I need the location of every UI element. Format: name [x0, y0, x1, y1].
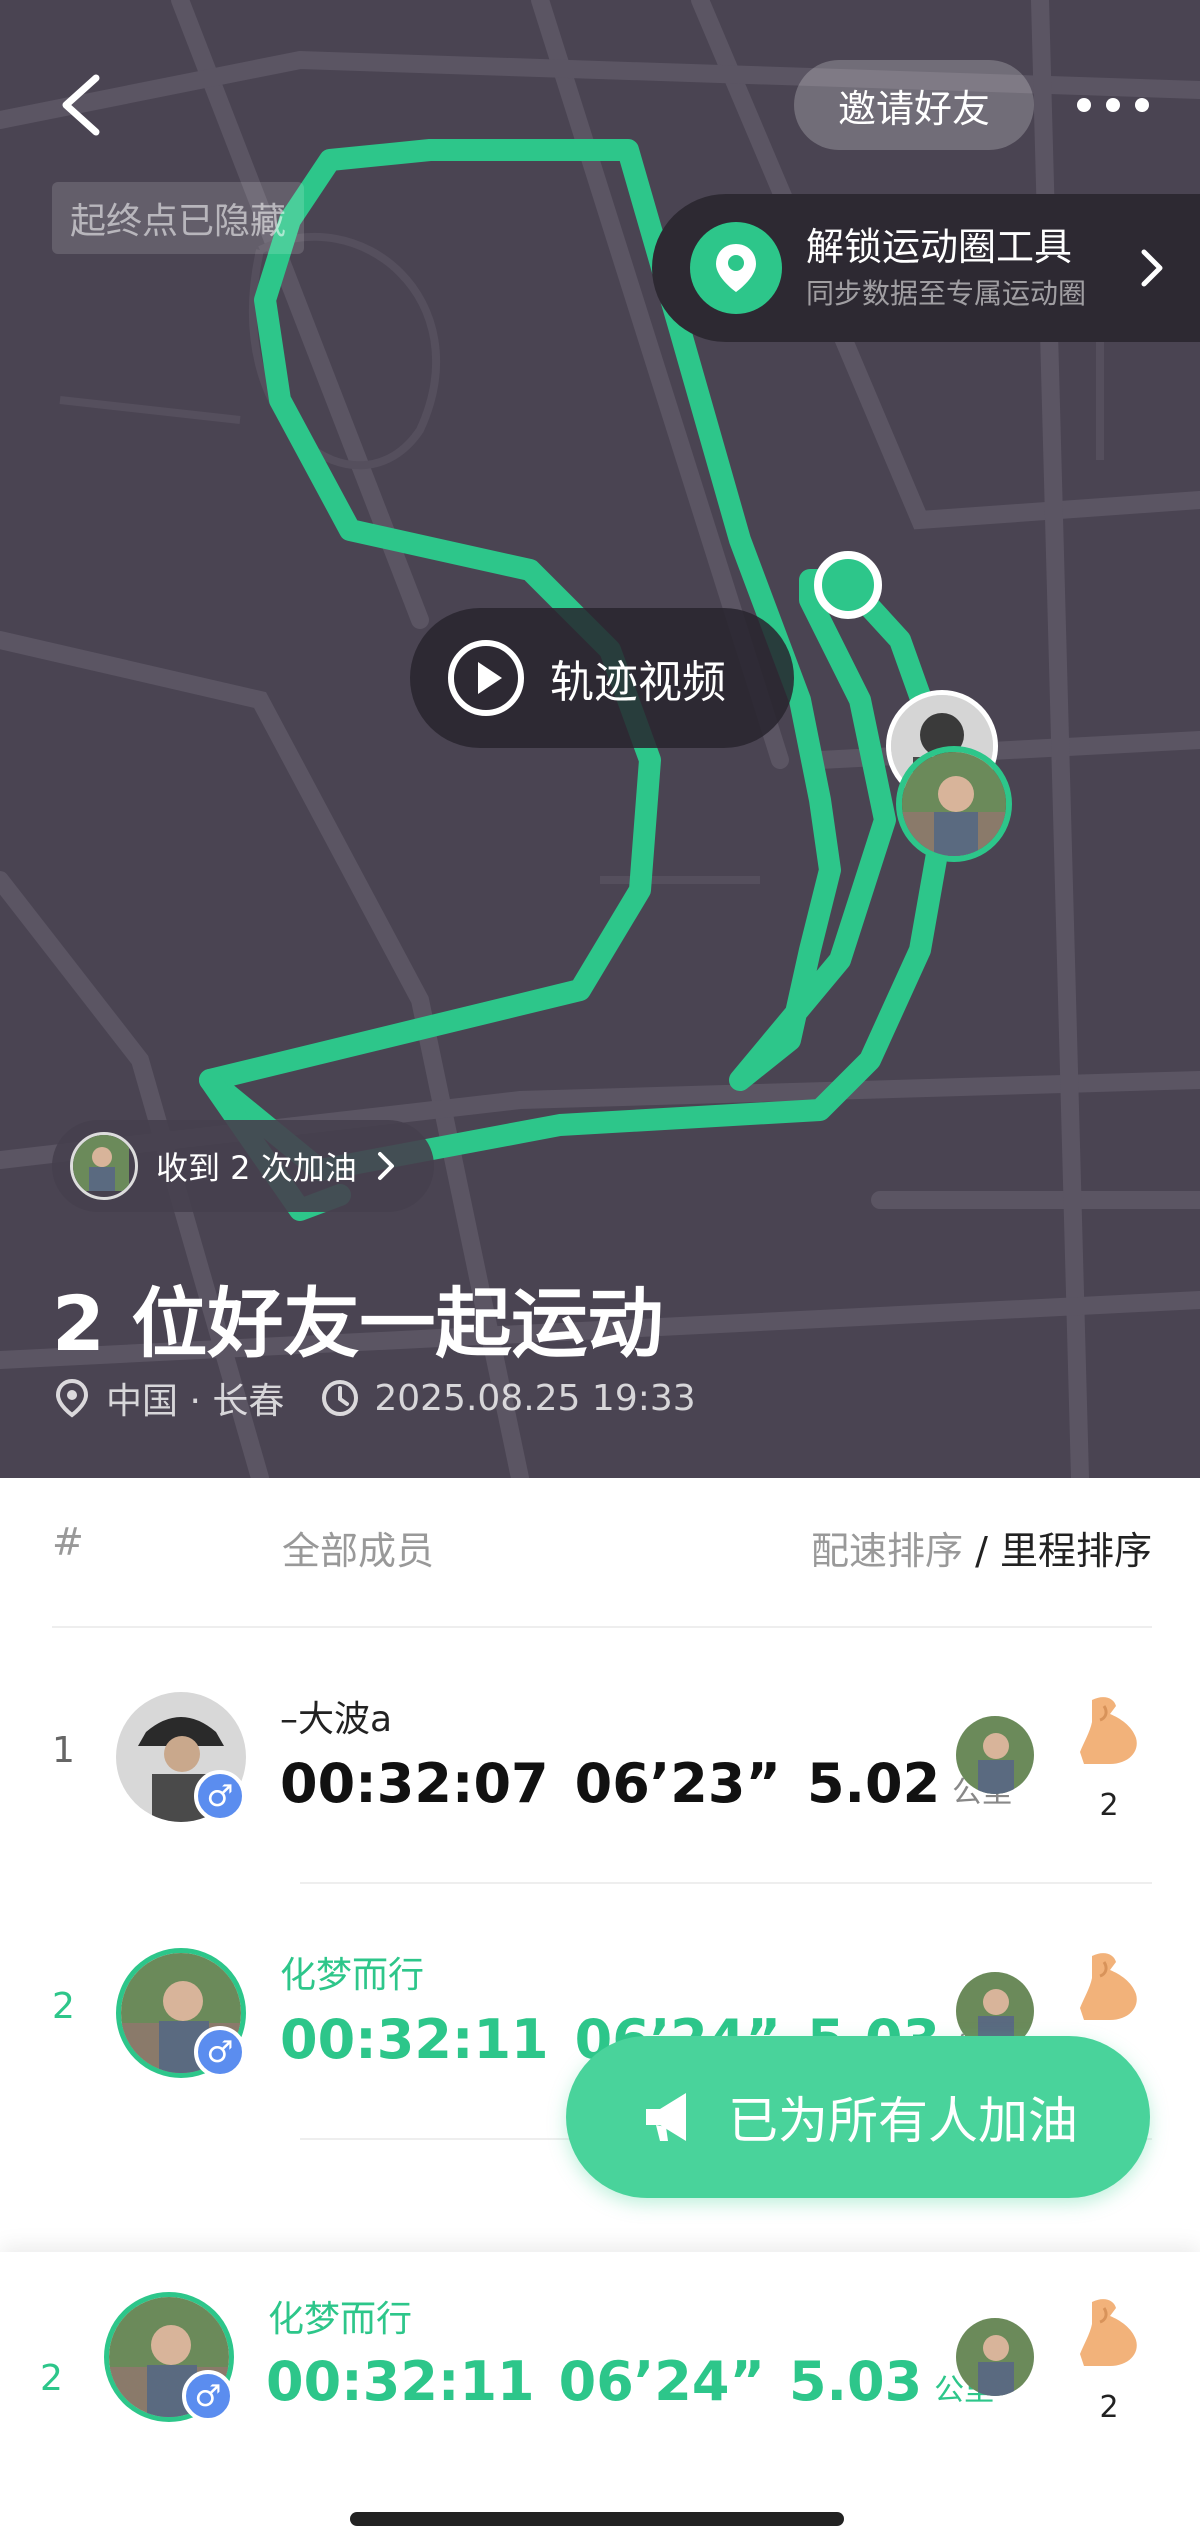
flexed-bicep-icon[interactable]: [1070, 1948, 1148, 2026]
clock-icon: [322, 1380, 359, 1416]
sort-by-distance[interactable]: 里程排序: [1000, 1529, 1152, 1573]
rank-column-header: #: [52, 1520, 84, 1564]
rank-number: 2: [52, 1986, 75, 2027]
duration-value: 00:32:07: [280, 1752, 549, 1815]
my-stats-sticky-row[interactable]: 2 ♂ 化梦而行 00:32:11 06’24” 5.03 公里 2: [0, 2252, 1200, 2548]
more-icon: [1077, 98, 1149, 112]
home-indicator[interactable]: [350, 2512, 844, 2526]
page-title: 2 位好友一起运动: [52, 1279, 664, 1368]
male-gender-icon: ♂: [194, 2026, 246, 2078]
back-button[interactable]: [52, 70, 112, 140]
cheer-count: 2: [1099, 1788, 1119, 1823]
sort-toggle[interactable]: 配速排序 / 里程排序: [811, 1520, 1152, 1575]
map-runner-avatar: [896, 746, 1012, 862]
location-text: 中国 · 长春: [106, 1381, 285, 1422]
member-name: 化梦而行: [280, 1955, 425, 1996]
sort-separator: /: [963, 1529, 1000, 1573]
received-cheers-pill[interactable]: 收到 2 次加油: [52, 1120, 434, 1212]
distance-value: 5.03: [788, 2350, 923, 2413]
chevron-left-icon: [62, 74, 100, 136]
pace-value: 06’24”: [558, 2350, 765, 2413]
cheer-count: 2: [1099, 2390, 1119, 2425]
cheerer-avatar: [956, 1716, 1034, 1794]
track-video-button[interactable]: 轨迹视频: [410, 608, 794, 748]
table-row[interactable]: 1 ♂ –大波a 00:32:07 06’23” 5.02 公里 2: [0, 1660, 1200, 1860]
play-icon: [448, 640, 524, 716]
invite-friends-button[interactable]: 邀请好友: [794, 60, 1034, 150]
start-end-hidden-badge: 起终点已隐藏: [52, 182, 305, 254]
chevron-right-icon: [377, 1152, 394, 1180]
member-stats: 00:32:07 06’23” 5.02 公里: [280, 1752, 1038, 1815]
more-options-button[interactable]: [1070, 80, 1156, 130]
sort-by-pace[interactable]: 配速排序: [811, 1529, 963, 1573]
route-map[interactable]: 邀请好友 起终点已隐藏 解锁运动圈工具 同步数据至专属运动圈 轨迹视频 收到 2…: [0, 0, 1200, 1478]
pace-value: 06’23”: [574, 1752, 781, 1815]
flexed-bicep-icon[interactable]: [1070, 2294, 1148, 2372]
activity-meta: 中国 · 长春 2025.08.25 19:33: [52, 1372, 696, 1424]
datetime-text: 2025.08.25 19:33: [374, 1377, 696, 1419]
divider: [52, 1626, 1152, 1628]
avatar: [70, 1132, 138, 1200]
unlock-circle-tools-banner[interactable]: 解锁运动圈工具 同步数据至专属运动圈: [652, 194, 1200, 342]
duration-value: 00:32:11: [280, 2008, 549, 2071]
chevron-right-icon: [1141, 249, 1163, 287]
member-name: –大波a: [280, 1699, 393, 1740]
distance-value: 5.02: [806, 1752, 941, 1815]
male-gender-icon: ♂: [182, 2370, 234, 2422]
cheers-count-label: 收到 2 次加油: [156, 1149, 357, 1187]
location-icon: [55, 1378, 89, 1418]
megaphone-icon: [646, 2093, 686, 2141]
rank-number: 2: [40, 2358, 63, 2399]
unlock-subtitle: 同步数据至专属运动圈: [806, 277, 1087, 310]
track-video-label: 轨迹视频: [550, 657, 726, 708]
unlock-title: 解锁运动圈工具: [806, 225, 1073, 269]
rank-number: 1: [52, 1730, 75, 1771]
male-gender-icon: ♂: [194, 1770, 246, 1822]
member-stats: 00:32:1106’24”5.03公里: [266, 2350, 1020, 2413]
cheer-everyone-label: 已为所有人加油: [728, 2092, 1078, 2150]
divider: [300, 1882, 1152, 1884]
all-members-header: 全部成员: [282, 1529, 435, 1573]
duration-value: 00:32:11: [266, 2350, 535, 2413]
flexed-bicep-icon[interactable]: [1070, 1692, 1148, 1770]
cheer-everyone-button[interactable]: 已为所有人加油: [566, 2036, 1150, 2198]
cheerer-avatar: [956, 2318, 1034, 2396]
member-name: 化梦而行: [268, 2299, 413, 2340]
location-pin-icon: [690, 222, 782, 314]
